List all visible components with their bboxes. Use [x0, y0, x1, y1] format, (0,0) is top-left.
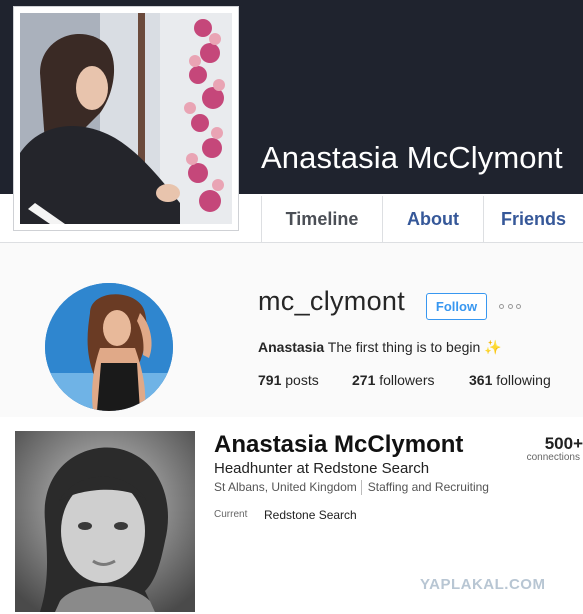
location[interactable]: St Albans, United Kingdom — [214, 480, 357, 495]
posts-count: 791 posts — [258, 372, 319, 388]
tab-about[interactable]: About — [382, 196, 483, 242]
avatar[interactable] — [45, 283, 173, 411]
bio-text: The first thing is to begin ✨ — [324, 339, 502, 355]
posts-label: posts — [281, 372, 319, 388]
profile-photo-image — [15, 431, 195, 612]
following-link[interactable]: 361 following — [469, 372, 551, 388]
more-options-icon[interactable] — [497, 295, 523, 317]
location-industry: St Albans, United Kingdom Staffing and R… — [214, 480, 489, 495]
bio-name: Anastasia — [258, 339, 325, 355]
followers-link[interactable]: 271 followers — [352, 372, 435, 388]
tab-friends[interactable]: Friends — [483, 196, 583, 242]
followers-label: followers — [375, 372, 435, 388]
posts-number: 791 — [258, 372, 282, 388]
dot-icon — [507, 303, 513, 309]
divider — [360, 480, 362, 495]
bio: Anastasia The first thing is to begin ✨ — [258, 339, 502, 356]
watermark: YAPLAKAL.COM — [420, 576, 546, 593]
following-label: following — [492, 372, 551, 388]
headline: Headhunter at Redstone Search — [214, 460, 430, 477]
connections-label: connections — [526, 452, 580, 463]
followers-number: 271 — [352, 372, 376, 388]
member-name: Anastasia McClymont — [214, 431, 464, 458]
profile-photo[interactable] — [15, 431, 195, 612]
avatar-image — [45, 283, 173, 411]
connections-count[interactable]: 500+ — [535, 434, 583, 454]
tab-timeline[interactable]: Timeline — [261, 196, 382, 242]
following-number: 361 — [469, 372, 493, 388]
dot-icon — [516, 303, 521, 309]
instagram-profile-header: mc_clymont Follow Anastasia The first th… — [0, 243, 583, 417]
industry[interactable]: Staffing and Recruiting — [368, 480, 489, 495]
current-label: Current — [214, 509, 248, 520]
current-company[interactable]: Redstone Search — [264, 508, 357, 522]
dot-icon — [499, 303, 504, 309]
facebook-profile-header: Anastasia McClymont Timeline About Frien… — [0, 0, 583, 243]
username: mc_clymont — [258, 286, 406, 316]
follow-button[interactable]: Follow — [426, 293, 487, 320]
profile-picture[interactable] — [13, 6, 239, 231]
profile-photo-image — [20, 13, 232, 224]
profile-name[interactable]: Anastasia McClymont — [261, 140, 563, 176]
